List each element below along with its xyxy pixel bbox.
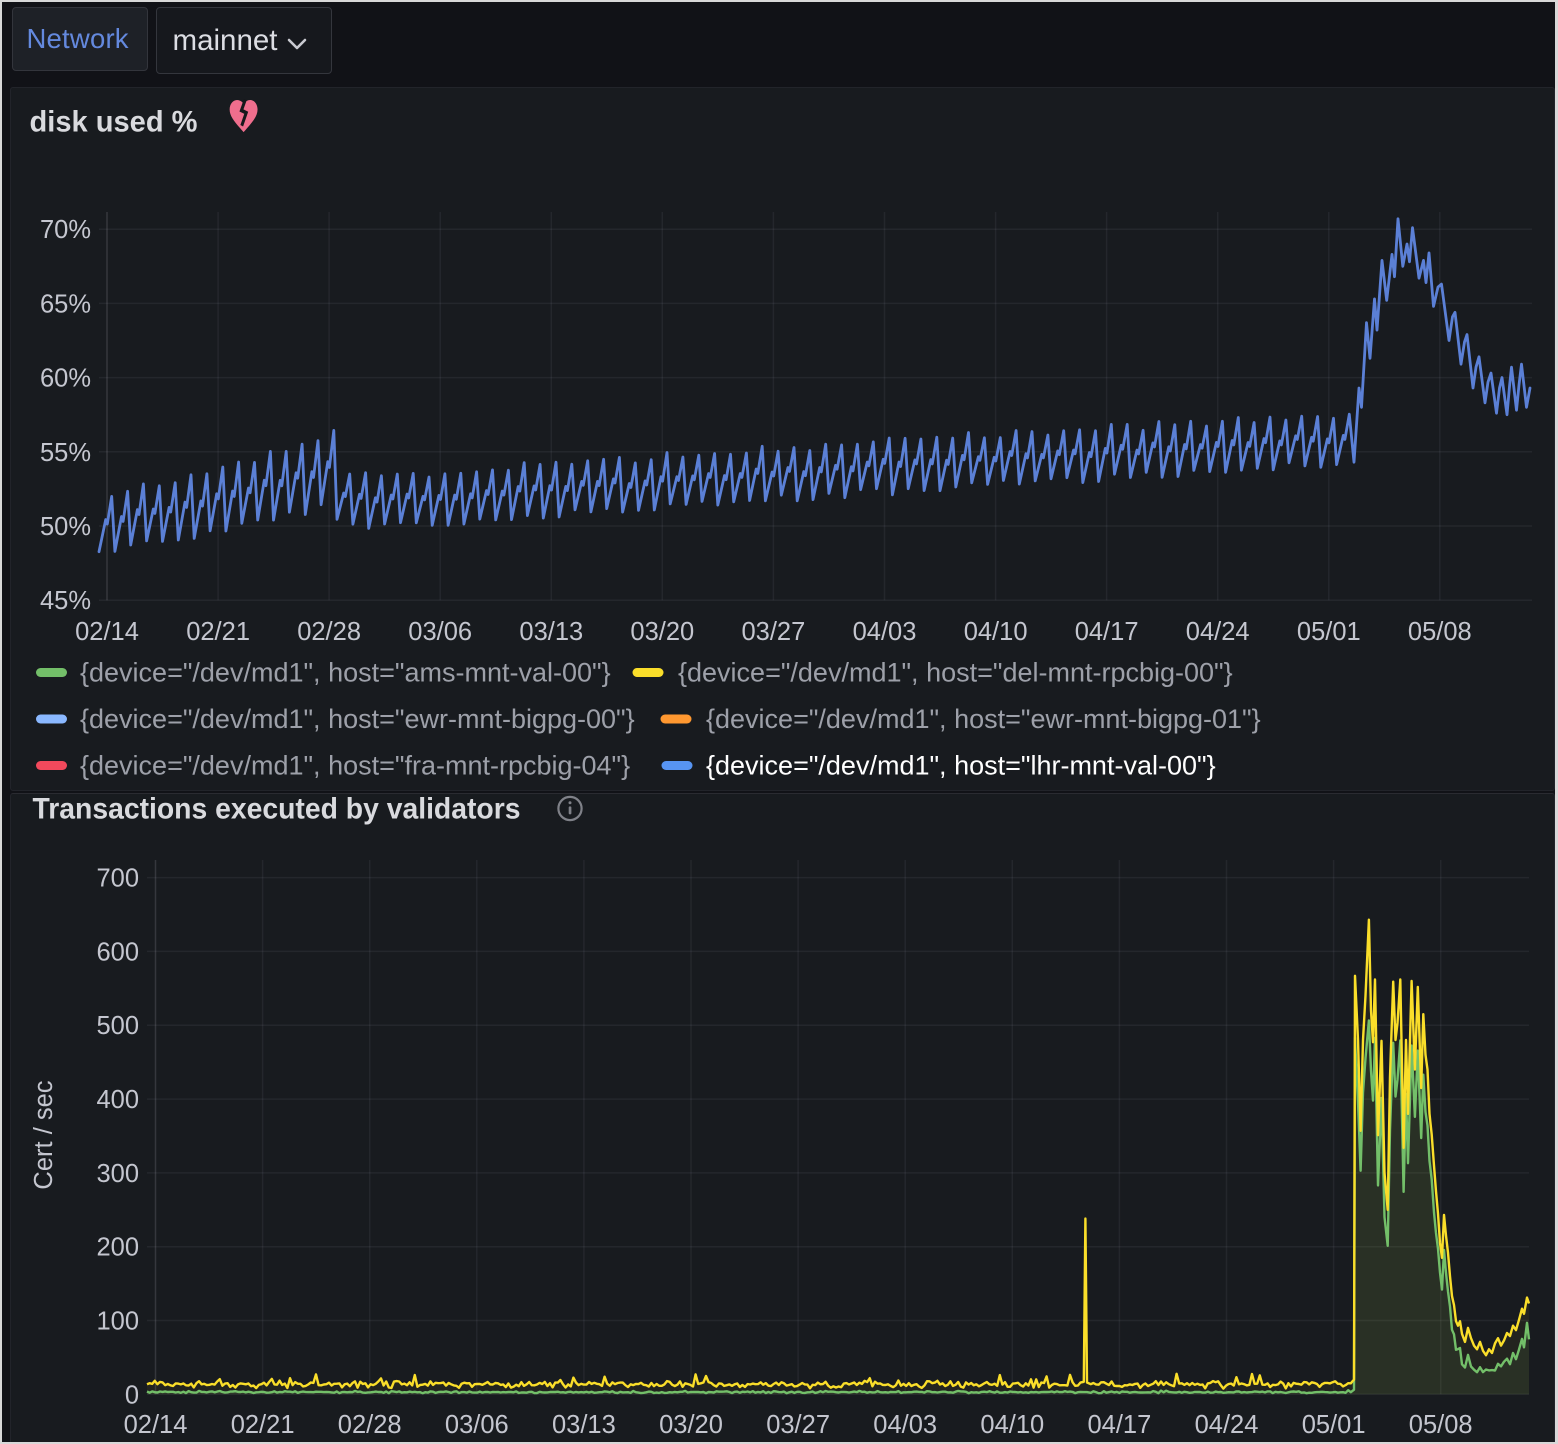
svg-text:03/27: 03/27 xyxy=(741,618,805,646)
svg-text:700: 700 xyxy=(96,865,139,893)
svg-text:disk used %: disk used % xyxy=(30,106,198,139)
svg-text:05/01: 05/01 xyxy=(1297,618,1361,646)
svg-text:02/21: 02/21 xyxy=(231,1411,295,1439)
svg-text:Cert / sec: Cert / sec xyxy=(30,1080,58,1189)
svg-text:04/10: 04/10 xyxy=(980,1411,1044,1439)
svg-text:03/20: 03/20 xyxy=(659,1411,723,1439)
svg-text:200: 200 xyxy=(96,1234,139,1262)
svg-text:{device="/dev/md1", host="lhr-: {device="/dev/md1", host="lhr-mnt-val-00… xyxy=(706,751,1216,781)
svg-text:03/06: 03/06 xyxy=(408,618,472,646)
svg-text:04/17: 04/17 xyxy=(1075,618,1139,646)
svg-text:100: 100 xyxy=(96,1308,139,1336)
svg-text:04/24: 04/24 xyxy=(1186,618,1250,646)
svg-text:70%: 70% xyxy=(40,216,91,244)
svg-text:45%: 45% xyxy=(40,587,91,615)
svg-text:05/08: 05/08 xyxy=(1408,618,1472,646)
svg-text:03/27: 03/27 xyxy=(766,1411,830,1439)
svg-text:04/03: 04/03 xyxy=(873,1411,937,1439)
svg-text:05/08: 05/08 xyxy=(1409,1411,1473,1439)
svg-text:0: 0 xyxy=(125,1381,139,1409)
svg-text:04/24: 04/24 xyxy=(1195,1411,1259,1439)
svg-text:{device="/dev/md1", host="ewr-: {device="/dev/md1", host="ewr-mnt-bigpg-… xyxy=(706,704,1261,734)
svg-text:04/03: 04/03 xyxy=(853,618,917,646)
svg-text:04/10: 04/10 xyxy=(964,618,1028,646)
svg-text:02/14: 02/14 xyxy=(75,618,139,646)
svg-text:300: 300 xyxy=(96,1160,139,1188)
svg-text:600: 600 xyxy=(96,938,139,966)
svg-text:65%: 65% xyxy=(40,290,91,318)
svg-text:{device="/dev/md1", host="ams-: {device="/dev/md1", host="ams-mnt-val-00… xyxy=(80,658,611,688)
svg-text:400: 400 xyxy=(96,1086,139,1114)
svg-text:500: 500 xyxy=(96,1012,139,1040)
svg-text:{device="/dev/md1", host="ewr-: {device="/dev/md1", host="ewr-mnt-bigpg-… xyxy=(80,704,635,734)
svg-text:02/28: 02/28 xyxy=(297,618,361,646)
svg-text:50%: 50% xyxy=(40,513,91,541)
svg-text:05/01: 05/01 xyxy=(1302,1411,1366,1439)
svg-text:02/14: 02/14 xyxy=(124,1411,188,1439)
svg-text:04/17: 04/17 xyxy=(1087,1411,1151,1439)
svg-text:{device="/dev/md1", host="del-: {device="/dev/md1", host="del-mnt-rpcbig… xyxy=(678,658,1233,688)
svg-text:{device="/dev/md1", host="fra-: {device="/dev/md1", host="fra-mnt-rpcbig… xyxy=(80,751,630,781)
svg-text:03/13: 03/13 xyxy=(552,1411,616,1439)
svg-text:60%: 60% xyxy=(40,365,91,393)
svg-text:Transactions executed by valid: Transactions executed by validators xyxy=(33,793,521,826)
svg-text:03/06: 03/06 xyxy=(445,1411,509,1439)
svg-text:03/20: 03/20 xyxy=(630,618,694,646)
svg-text:02/21: 02/21 xyxy=(186,618,250,646)
svg-text:03/13: 03/13 xyxy=(519,618,583,646)
svg-text:02/28: 02/28 xyxy=(338,1411,402,1439)
svg-text:55%: 55% xyxy=(40,439,91,467)
